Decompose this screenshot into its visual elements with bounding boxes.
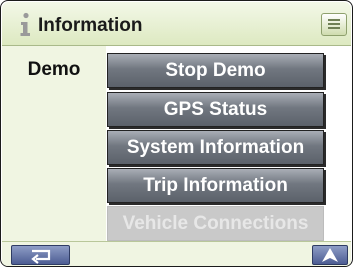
information-screen: Information Demo Stop Demo GPS Status Sy… bbox=[0, 0, 353, 267]
info-icon bbox=[20, 12, 30, 36]
back-button[interactable] bbox=[11, 245, 70, 265]
bottom-bar bbox=[2, 241, 351, 266]
vehicle-connections-button[interactable]: Vehicle Connections bbox=[107, 206, 324, 241]
return-arrow-icon bbox=[31, 249, 51, 264]
navigation-button[interactable] bbox=[312, 245, 348, 265]
sidebar-label: Demo bbox=[27, 59, 81, 80]
navigation-arrow-icon bbox=[322, 248, 338, 262]
stop-demo-button[interactable]: Stop Demo bbox=[107, 53, 324, 88]
title-bar: Information bbox=[2, 2, 351, 46]
page-title: Information bbox=[38, 15, 143, 36]
sidebar: Demo bbox=[2, 46, 106, 241]
gps-status-button[interactable]: GPS Status bbox=[107, 92, 324, 127]
trip-information-button[interactable]: Trip Information bbox=[107, 168, 324, 203]
system-information-button[interactable]: System Information bbox=[107, 130, 324, 165]
menu-button[interactable] bbox=[321, 13, 347, 36]
